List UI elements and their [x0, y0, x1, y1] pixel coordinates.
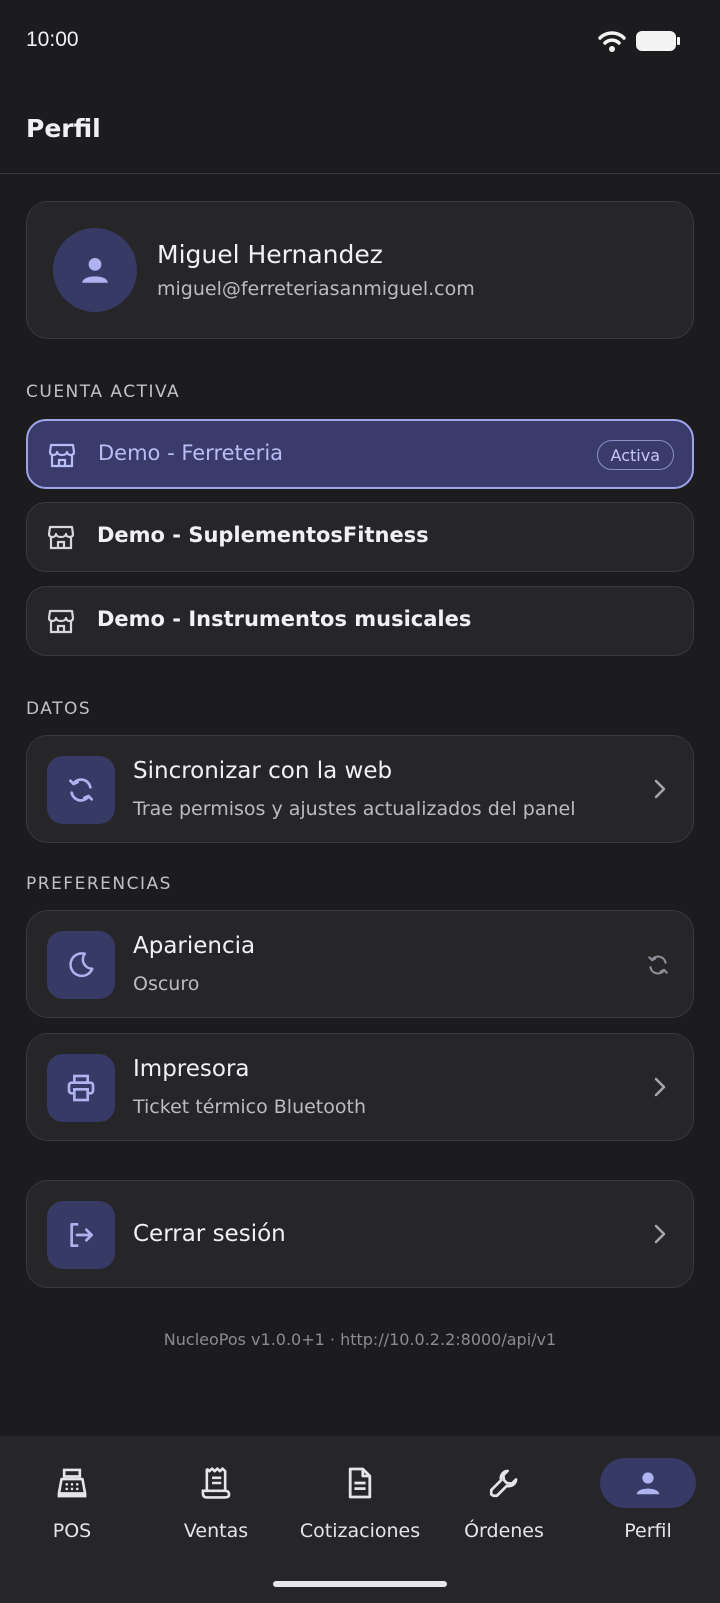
chevron-right-icon [654, 779, 666, 799]
profile-card: Miguel Hernandez miguel@ferreteriasanmig… [26, 201, 694, 339]
nav-label: Perfil [624, 1520, 672, 1542]
nav-item-ordenes[interactable]: Órdenes [434, 1458, 574, 1558]
status-bar: 10:00 [0, 0, 720, 84]
nav-icon-container [24, 1458, 120, 1508]
home-indicator[interactable] [273, 1581, 447, 1587]
nav-item-perfil[interactable]: Perfil [578, 1458, 718, 1558]
wrench-icon [489, 1469, 518, 1498]
nav-icon-container [456, 1458, 552, 1508]
document-icon [348, 1467, 372, 1499]
logout-title: Cerrar sesión [133, 1221, 286, 1247]
sync-icon-container [47, 756, 115, 824]
appearance-title: Apariencia [133, 933, 256, 959]
logout-icon-container [47, 1201, 115, 1269]
sync-subtitle: Trae permisos y ajustes actualizados del… [133, 798, 576, 820]
account-item-suplementos[interactable]: Demo - SuplementosFitness [26, 502, 694, 572]
store-icon [47, 525, 75, 550]
nav-item-cotizaciones[interactable]: Cotizaciones [290, 1458, 430, 1558]
nav-icon-container [312, 1458, 408, 1508]
status-time: 10:00 [26, 28, 79, 51]
account-label: Demo - SuplementosFitness [97, 523, 429, 547]
account-item-ferreteria[interactable]: Demo - Ferreteria Activa [26, 419, 694, 489]
chevron-right-icon [654, 1077, 666, 1097]
account-item-instrumentos[interactable]: Demo - Instrumentos musicales [26, 586, 694, 656]
cash-register-icon [57, 1468, 87, 1498]
nav-label: Cotizaciones [299, 1520, 421, 1542]
page-title: Perfil [26, 114, 101, 143]
store-icon [47, 609, 75, 634]
person-icon [82, 257, 108, 283]
battery-icon [636, 31, 680, 51]
chevron-right-icon [654, 1224, 666, 1244]
account-label: Demo - Ferreteria [98, 441, 284, 465]
nav-icon-container [168, 1458, 264, 1508]
printer-title: Impresora [133, 1056, 250, 1082]
bottom-nav: POS Ventas Cotizaciones Órdenes Perfil [0, 1436, 720, 1603]
moon-icon-container [47, 931, 115, 999]
printer-tile[interactable]: Impresora Ticket térmico Bluetooth [26, 1033, 694, 1141]
nav-label: POS [52, 1520, 92, 1542]
sync-icon [648, 955, 668, 975]
nav-label: Órdenes [464, 1520, 544, 1542]
receipt-icon [201, 1467, 231, 1499]
active-badge: Activa [596, 440, 674, 470]
profile-email: miguel@ferreteriasanmiguel.com [157, 278, 475, 300]
printer-icon-container [47, 1054, 115, 1122]
status-icons [598, 30, 680, 52]
version-footer: NucleoPos v1.0.0+1 · http://10.0.2.2:800… [163, 1330, 557, 1349]
sync-tile[interactable]: Sincronizar con la web Trae permisos y a… [26, 735, 694, 843]
avatar [53, 228, 137, 312]
nav-item-pos[interactable]: POS [2, 1458, 142, 1558]
wifi-icon [598, 31, 626, 52]
sync-title: Sincronizar con la web [133, 758, 393, 784]
logout-tile[interactable]: Cerrar sesión [26, 1180, 694, 1288]
app-bar: Perfil [0, 84, 720, 174]
appearance-tile[interactable]: Apariencia Oscuro [26, 910, 694, 1018]
person-icon [636, 1472, 660, 1495]
moon-icon [69, 952, 94, 978]
nav-icon-container [600, 1458, 696, 1508]
printer-icon [67, 1074, 95, 1102]
nav-label: Ventas [183, 1520, 249, 1542]
sync-icon [69, 778, 93, 802]
section-label-preferences: PREFERENCIAS [26, 874, 172, 894]
section-label-data: DATOS [26, 699, 92, 719]
printer-subtitle: Ticket térmico Bluetooth [133, 1096, 367, 1118]
account-label: Demo - Instrumentos musicales [97, 607, 472, 631]
logout-icon [70, 1223, 93, 1247]
store-icon [48, 443, 76, 468]
profile-name: Miguel Hernandez [157, 240, 383, 269]
appearance-subtitle: Oscuro [133, 973, 200, 995]
nav-item-ventas[interactable]: Ventas [146, 1458, 286, 1558]
section-label-account: CUENTA ACTIVA [26, 382, 181, 402]
